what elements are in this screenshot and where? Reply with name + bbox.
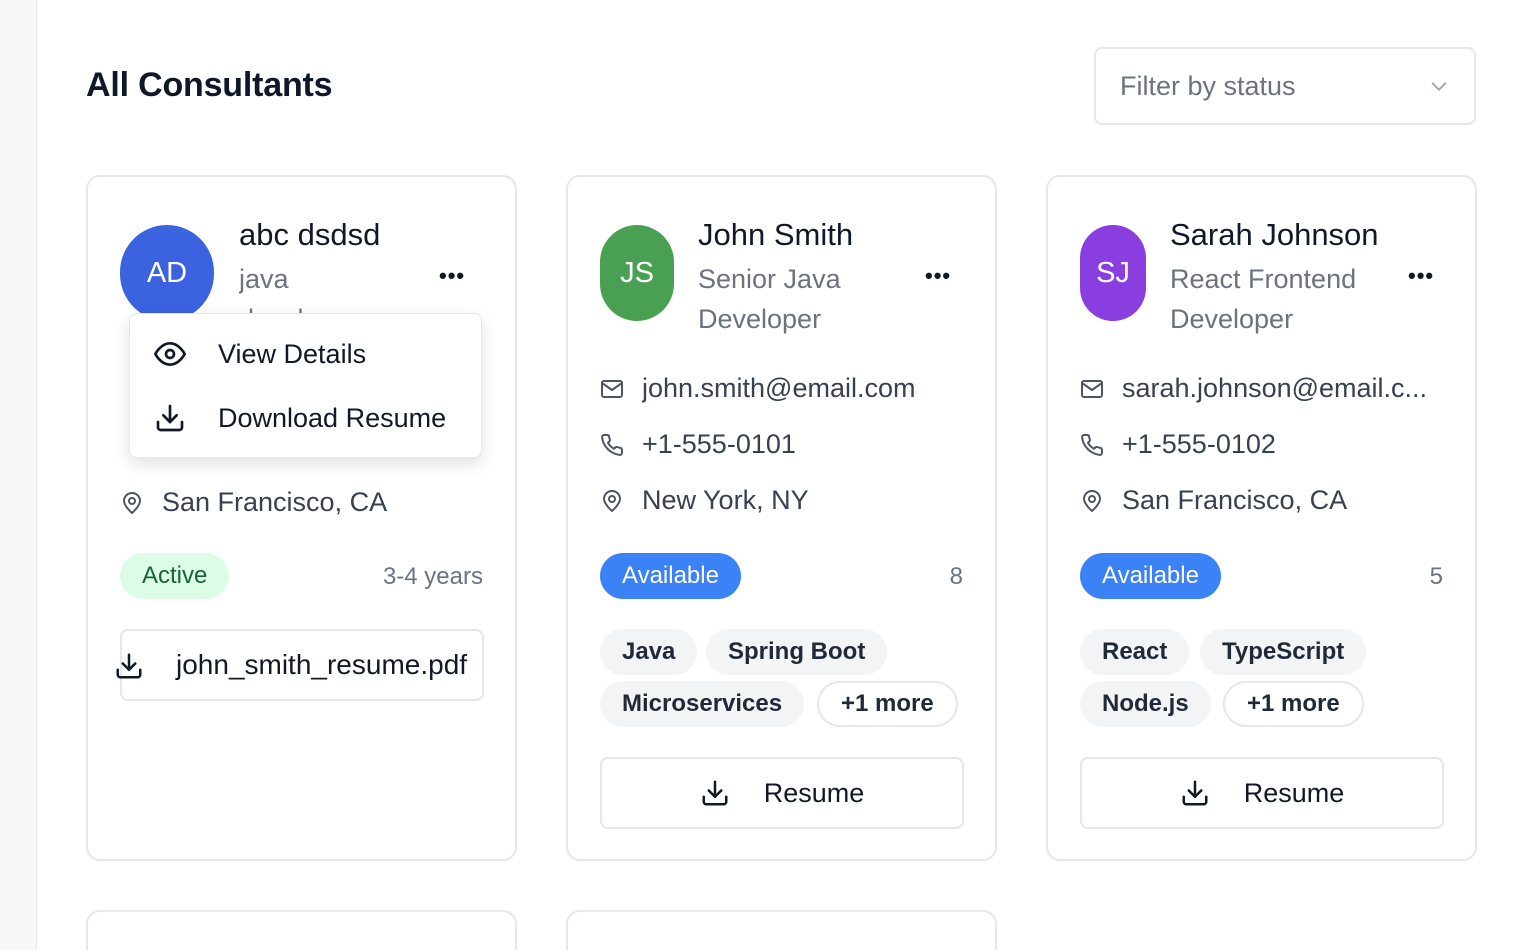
phone-icon xyxy=(601,433,624,456)
consultant-card: SJ Sarah Johnson React Frontend Develope… xyxy=(1046,175,1477,861)
more-actions-button[interactable]: ••• xyxy=(439,265,465,287)
filter-placeholder: Filter by status xyxy=(1120,70,1296,101)
more-skills-tag[interactable]: +1 more xyxy=(1223,681,1364,727)
consultant-card: JS John Smith Senior Java Developer ••• … xyxy=(566,175,997,861)
consultant-card: AD abc dsdsd java developer ••• San Fran… xyxy=(86,175,517,861)
consultant-name: abc dsdsd xyxy=(239,217,381,252)
skill-tag: React xyxy=(1080,629,1190,675)
resume-download-button[interactable]: Resume xyxy=(1080,757,1444,829)
eye-icon xyxy=(154,342,186,366)
phone-icon xyxy=(1081,433,1104,456)
download-icon xyxy=(1182,780,1208,806)
consultant-role: React Frontend Developer xyxy=(1170,264,1357,334)
resume-file-name: john_smith_resume.pdf xyxy=(176,649,468,680)
more-actions-button[interactable]: ••• xyxy=(1408,265,1434,287)
menu-item-view-details[interactable]: View Details xyxy=(154,338,366,370)
status-badge: Available xyxy=(1080,553,1221,599)
skill-tag: Microservices xyxy=(600,681,805,727)
download-icon xyxy=(702,780,728,806)
consultant-role: Senior Java Developer xyxy=(698,264,841,334)
location-row: San Francisco, CA xyxy=(1080,485,1347,516)
location-row: New York, NY xyxy=(600,485,809,516)
consultant-card xyxy=(86,910,517,950)
status-filter-select[interactable]: Filter by status xyxy=(1094,47,1476,125)
menu-item-download-resume[interactable]: Download Resume xyxy=(154,402,446,434)
experience-text: 3-4 years xyxy=(382,563,483,590)
resume-file-button[interactable]: john_smith_resume.pdf xyxy=(116,629,484,701)
avatar: JS xyxy=(600,225,674,321)
skill-tag: Java xyxy=(600,629,698,675)
mail-icon xyxy=(601,379,623,398)
skill-tag: Spring Boot xyxy=(706,629,888,675)
download-icon xyxy=(156,404,184,432)
map-pin-icon xyxy=(1083,489,1101,512)
consultant-name: Sarah Johnson xyxy=(1170,217,1379,252)
consultant-role: java developer xyxy=(239,264,358,315)
email-row: john.smith@email.com xyxy=(600,373,916,404)
more-skills-tag[interactable]: +1 more xyxy=(817,681,958,727)
map-pin-icon xyxy=(123,491,141,514)
mail-icon xyxy=(1081,379,1103,398)
location-row: San Francisco, CA xyxy=(120,487,387,518)
status-badge: Active xyxy=(120,553,230,599)
consultant-card xyxy=(566,910,997,950)
actions-dropdown-menu: View Details Download Resume xyxy=(129,313,482,458)
map-pin-icon xyxy=(603,489,621,512)
status-badge: Available xyxy=(600,553,741,599)
avatar: SJ xyxy=(1080,225,1146,321)
page-title: All Consultants xyxy=(86,66,333,104)
experience-text: 8 xyxy=(949,563,963,590)
consultant-name: John Smith xyxy=(698,217,854,252)
phone-row: +1-555-0101 xyxy=(600,429,796,460)
email-row: sarah.johnson@email.c... xyxy=(1080,373,1427,404)
chevron-down-icon xyxy=(1431,82,1447,91)
download-icon xyxy=(116,653,142,679)
skill-tag: Node.js xyxy=(1080,681,1211,727)
experience-text: 5 xyxy=(1429,563,1443,590)
avatar: AD xyxy=(120,225,214,321)
phone-row: +1-555-0102 xyxy=(1080,429,1276,460)
skill-tag: TypeScript xyxy=(1200,629,1367,675)
more-actions-button[interactable]: ••• xyxy=(925,265,951,287)
resume-download-button[interactable]: Resume xyxy=(600,757,964,829)
